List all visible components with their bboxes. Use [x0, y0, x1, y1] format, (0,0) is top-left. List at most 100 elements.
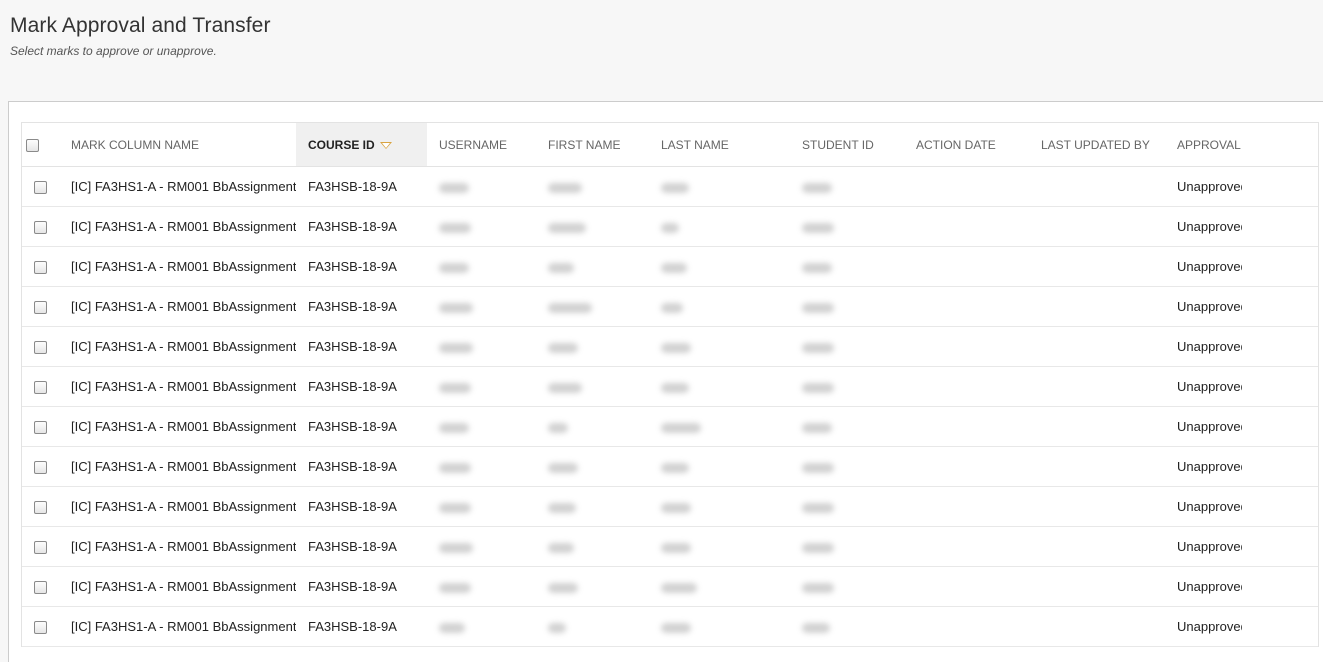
action-date-cell — [904, 246, 1029, 287]
redacted-first-name — [548, 342, 578, 353]
redacted-student-id — [802, 422, 832, 433]
row-select-cell — [22, 526, 59, 567]
row-select-checkbox[interactable] — [34, 181, 47, 195]
table-row: [IC] FA3HS1-A - RM001 BbAssignment FA3HSB… — [22, 326, 1318, 367]
select-all-checkbox[interactable] — [26, 138, 39, 152]
last-name-cell — [649, 326, 790, 367]
redacted-last-name — [661, 222, 679, 233]
last-name-cell — [649, 486, 790, 527]
action-date-cell — [904, 486, 1029, 527]
redacted-first-name — [548, 462, 578, 473]
spacer-cell — [1241, 526, 1318, 567]
row-select-checkbox[interactable] — [34, 221, 47, 235]
row-select-cell — [22, 446, 59, 487]
action-date-cell — [904, 406, 1029, 447]
row-select-cell — [22, 486, 59, 527]
row-select-checkbox[interactable] — [34, 581, 47, 595]
redacted-username — [439, 422, 469, 433]
last-updated-by-cell — [1029, 486, 1165, 527]
username-cell — [427, 526, 536, 567]
username-cell — [427, 566, 536, 607]
table-row: [IC] FA3HS1-A - RM001 BbAssignment FA3HSB… — [22, 206, 1318, 247]
column-header-student-id[interactable]: STUDENT ID — [790, 123, 904, 167]
redacted-student-id — [802, 182, 832, 193]
mark-column-name-cell: [IC] FA3HS1-A - RM001 BbAssignment — [59, 566, 296, 607]
action-date-cell — [904, 166, 1029, 207]
course-id-cell: FA3HSB-18-9A — [296, 286, 427, 327]
table-row: [IC] FA3HS1-A - RM001 BbAssignment FA3HSB… — [22, 366, 1318, 407]
row-select-checkbox[interactable] — [34, 541, 47, 555]
mark-column-name-cell: [IC] FA3HS1-A - RM001 BbAssignment — [59, 406, 296, 447]
action-date-cell — [904, 206, 1029, 247]
student-id-cell — [790, 486, 904, 527]
column-header-mark-column-name[interactable]: MARK COLUMN NAME — [59, 123, 296, 167]
redacted-student-id — [802, 342, 834, 353]
username-cell — [427, 206, 536, 247]
column-header-approval-status[interactable]: APPROVAL STATUS — [1165, 123, 1242, 167]
redacted-username — [439, 622, 465, 633]
row-select-checkbox[interactable] — [34, 301, 47, 315]
approval-status-cell: Unapproved — [1165, 566, 1242, 607]
table-row: [IC] FA3HS1-A - RM001 BbAssignment FA3HSB… — [22, 566, 1318, 607]
row-select-checkbox[interactable] — [34, 261, 47, 275]
table-row: [IC] FA3HS1-A - RM001 BbAssignment FA3HSB… — [22, 446, 1318, 487]
approval-status-cell: Unapproved — [1165, 406, 1242, 447]
column-header-username[interactable]: USERNAME — [427, 123, 536, 167]
username-cell — [427, 326, 536, 367]
redacted-first-name — [548, 422, 568, 433]
column-header-last-name[interactable]: LAST NAME — [649, 123, 790, 167]
student-id-cell — [790, 366, 904, 407]
column-header-last-updated-by[interactable]: LAST UPDATED BY — [1029, 123, 1165, 167]
row-select-checkbox[interactable] — [34, 461, 47, 475]
redacted-first-name — [548, 382, 582, 393]
redacted-last-name — [661, 182, 689, 193]
column-header-course-id[interactable]: COURSE ID — [296, 123, 427, 167]
page-subtitle: Select marks to approve or unapprove. — [10, 44, 217, 58]
table-row: [IC] FA3HS1-A - RM001 BbAssignment FA3HSB… — [22, 526, 1318, 567]
mark-column-name-cell: [IC] FA3HS1-A - RM001 BbAssignment — [59, 286, 296, 327]
row-select-checkbox[interactable] — [34, 501, 47, 515]
action-date-cell — [904, 446, 1029, 487]
table-row: [IC] FA3HS1-A - RM001 BbAssignment FA3HSB… — [22, 166, 1318, 207]
column-header-first-name[interactable]: FIRST NAME — [536, 123, 649, 167]
redacted-last-name — [661, 462, 689, 473]
last-name-cell — [649, 406, 790, 447]
row-select-checkbox[interactable] — [34, 341, 47, 355]
last-updated-by-cell — [1029, 326, 1165, 367]
row-select-checkbox[interactable] — [34, 421, 47, 435]
username-cell — [427, 486, 536, 527]
table-row: [IC] FA3HS1-A - RM001 BbAssignment FA3HSB… — [22, 406, 1318, 447]
approval-status-cell: Unapproved — [1165, 446, 1242, 487]
spacer-cell — [1241, 566, 1318, 607]
redacted-student-id — [802, 262, 832, 273]
course-id-cell: FA3HSB-18-9A — [296, 166, 427, 207]
redacted-last-name — [661, 542, 691, 553]
select-all-cell — [22, 123, 59, 167]
redacted-last-name — [661, 502, 691, 513]
first-name-cell — [536, 566, 649, 607]
course-id-cell: FA3HSB-18-9A — [296, 206, 427, 247]
course-id-cell: FA3HSB-18-9A — [296, 246, 427, 287]
redacted-student-id — [802, 542, 834, 553]
column-header-action-date[interactable]: ACTION DATE — [904, 123, 1029, 167]
spacer-cell — [1241, 486, 1318, 527]
student-id-cell — [790, 206, 904, 247]
student-id-cell — [790, 406, 904, 447]
redacted-first-name — [548, 262, 574, 273]
last-name-cell — [649, 166, 790, 207]
last-updated-by-cell — [1029, 286, 1165, 327]
last-updated-by-cell — [1029, 566, 1165, 607]
spacer-cell — [1241, 326, 1318, 367]
row-select-checkbox[interactable] — [34, 381, 47, 395]
last-updated-by-cell — [1029, 406, 1165, 447]
course-id-cell: FA3HSB-18-9A — [296, 446, 427, 487]
mark-column-name-cell: [IC] FA3HS1-A - RM001 BbAssignment — [59, 206, 296, 247]
student-id-cell — [790, 286, 904, 327]
username-cell — [427, 286, 536, 327]
last-name-cell — [649, 566, 790, 607]
page-title: Mark Approval and Transfer — [10, 14, 271, 37]
action-date-cell — [904, 286, 1029, 327]
row-select-cell — [22, 166, 59, 207]
student-id-cell — [790, 446, 904, 487]
row-select-checkbox[interactable] — [34, 621, 47, 635]
